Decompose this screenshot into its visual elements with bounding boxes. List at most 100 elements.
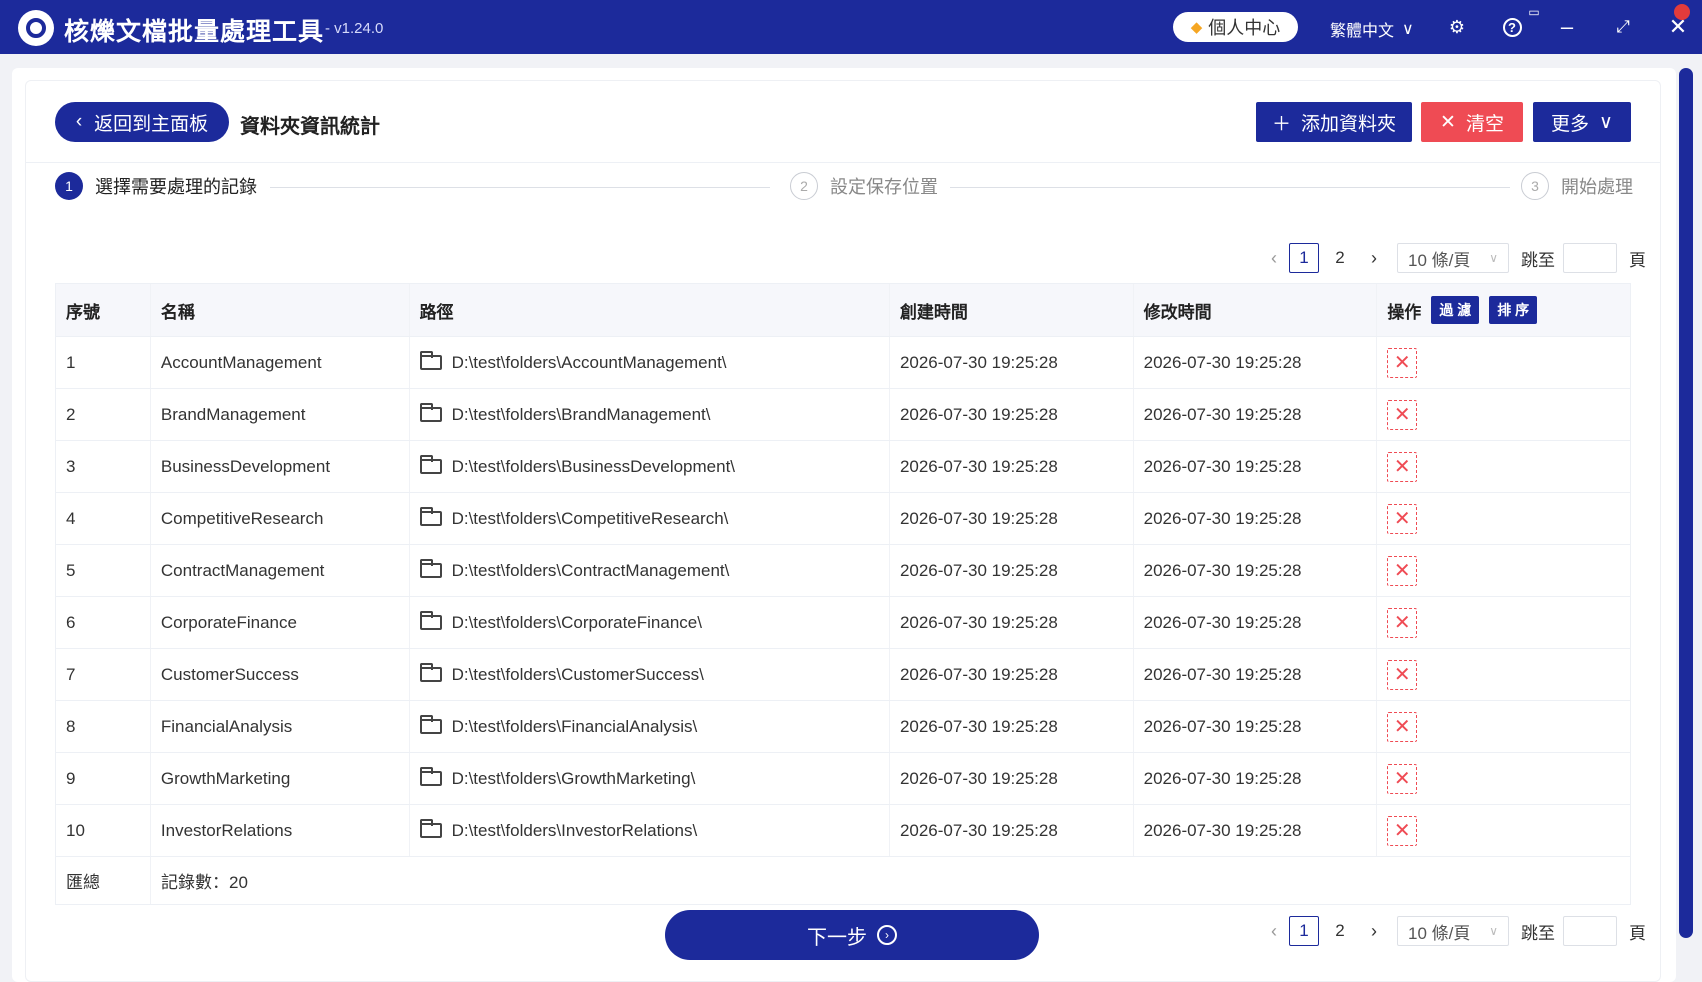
row-name: ContractManagement — [151, 545, 410, 596]
page-unit-label: 頁 — [1629, 923, 1646, 943]
chevron-down-icon: ∨ — [1489, 924, 1498, 938]
minimize-icon[interactable]: – — [1552, 12, 1582, 42]
row-index: 3 — [56, 441, 151, 492]
filter-button[interactable]: 過 濾 — [1431, 296, 1480, 324]
row-actions: ✕ — [1377, 649, 1630, 700]
row-path: D:\test\folders\AccountManagement\ — [410, 337, 890, 388]
delete-row-button[interactable]: ✕ — [1387, 399, 1418, 430]
jump-page-input[interactable] — [1563, 916, 1617, 946]
row-path-text: D:\test\folders\FinancialAnalysis\ — [451, 716, 698, 736]
clear-button[interactable]: ✕ 清空 — [1421, 102, 1523, 142]
row-modified: 2026-07-30 19:25:28 — [1134, 337, 1378, 388]
row-actions: ✕ — [1377, 753, 1630, 804]
feedback-icon[interactable]: ▭ — [1522, 2, 1546, 22]
delete-row-button[interactable]: ✕ — [1387, 451, 1418, 482]
delete-row-button[interactable]: ✕ — [1387, 815, 1418, 846]
row-modified: 2026-07-30 19:25:28 — [1134, 493, 1378, 544]
row-path: D:\test\folders\CustomerSuccess\ — [410, 649, 890, 700]
back-to-dashboard-button[interactable]: ‹ 返回到主面板 — [55, 102, 229, 142]
row-path-text: D:\test\folders\InvestorRelations\ — [451, 820, 698, 840]
next-page-icon[interactable]: › — [1363, 248, 1385, 269]
table-row: 9 GrowthMarketing D:\test\folders\GrowthMa… — [56, 753, 1630, 805]
row-name: BusinessDevelopment — [151, 441, 410, 492]
table-row: 10 InvestorRelations D:\test\folders\Inves… — [56, 805, 1630, 857]
row-name: CustomerSuccess — [151, 649, 410, 700]
delete-row-button[interactable]: ✕ — [1387, 503, 1418, 534]
delete-row-button[interactable]: ✕ — [1387, 659, 1418, 690]
header-modified: 修改時間 — [1134, 284, 1378, 336]
row-path-text: D:\test\folders\GrowthMarketing\ — [451, 768, 696, 788]
add-folder-button[interactable]: ＋ 添加資料夾 — [1256, 102, 1412, 142]
header-actions: 操作 過 濾 排 序 — [1377, 284, 1630, 336]
row-path: D:\test\folders\BusinessDevelopment\ — [410, 441, 890, 492]
row-name: InvestorRelations — [151, 805, 410, 856]
table-body: 1 AccountManagement D:\test\folders\Accoun… — [56, 337, 1630, 857]
row-actions: ✕ — [1377, 493, 1630, 544]
language-label: 繁體中文 — [1330, 23, 1395, 40]
maximize-icon[interactable]: ⤢ — [1608, 12, 1638, 42]
step-connector — [270, 187, 770, 188]
next-step-button[interactable]: 下一步 › — [665, 910, 1039, 960]
prev-page-icon[interactable]: ‹ — [1263, 921, 1285, 942]
user-center-button[interactable]: ◆ 個人中心 — [1173, 12, 1298, 42]
more-label: 更多 — [1551, 113, 1590, 135]
row-created: 2026-07-30 19:25:28 — [890, 805, 1134, 856]
folder-icon — [419, 819, 442, 838]
next-page-icon[interactable]: › — [1363, 921, 1385, 942]
row-modified: 2026-07-30 19:25:28 — [1134, 805, 1378, 856]
delete-row-button[interactable]: ✕ — [1387, 555, 1418, 586]
page-size-select[interactable]: 10 條/頁 ∨ — [1397, 916, 1509, 946]
page-size-select[interactable]: 10 條/頁 ∨ — [1397, 243, 1509, 273]
row-actions: ✕ — [1377, 701, 1630, 752]
page-2[interactable]: 2 — [1325, 243, 1355, 273]
row-index: 2 — [56, 389, 151, 440]
sort-button[interactable]: 排 序 — [1489, 296, 1538, 324]
language-select[interactable]: 繁體中文 ∨ — [1330, 17, 1414, 41]
row-actions: ✕ — [1377, 389, 1630, 440]
table-header: 序號 名稱 路徑 創建時間 修改時間 操作 過 濾 排 序 — [56, 284, 1630, 337]
row-index: 7 — [56, 649, 151, 700]
pagination-top: ‹ 1 2 › 10 條/頁 ∨ 跳至 頁 — [1263, 243, 1646, 273]
clear-label: 清空 — [1465, 113, 1504, 135]
jump-page-input[interactable] — [1563, 243, 1617, 273]
vertical-scrollbar[interactable] — [1679, 68, 1693, 938]
page-current[interactable]: 1 — [1289, 243, 1319, 273]
row-actions: ✕ — [1377, 337, 1630, 388]
row-name: CorporateFinance — [151, 597, 410, 648]
summary-value: 記錄數：20 — [161, 873, 248, 892]
header-path: 路徑 — [410, 284, 890, 336]
page-current[interactable]: 1 — [1289, 916, 1319, 946]
page-2[interactable]: 2 — [1325, 916, 1355, 946]
table-row: 7 CustomerSuccess D:\test\folders\Customer… — [56, 649, 1630, 701]
row-name: GrowthMarketing — [151, 753, 410, 804]
page-unit-label: 頁 — [1629, 250, 1646, 270]
row-modified: 2026-07-30 19:25:28 — [1134, 701, 1378, 752]
delete-row-button[interactable]: ✕ — [1387, 607, 1418, 638]
row-index: 9 — [56, 753, 151, 804]
row-path-text: D:\test\folders\ContractManagement\ — [451, 560, 730, 580]
row-name: FinancialAnalysis — [151, 701, 410, 752]
step-connector — [950, 187, 1510, 188]
more-button[interactable]: 更多 ∨ — [1533, 102, 1631, 142]
delete-row-button[interactable]: ✕ — [1387, 763, 1418, 794]
prev-page-icon[interactable]: ‹ — [1263, 248, 1285, 269]
divider — [26, 162, 1660, 163]
row-path-text: D:\test\folders\BusinessDevelopment\ — [451, 456, 736, 476]
row-path: D:\test\folders\BrandManagement\ — [410, 389, 890, 440]
step-3: 3 開始處理 — [1521, 172, 1633, 200]
row-created: 2026-07-30 19:25:28 — [890, 389, 1134, 440]
row-modified: 2026-07-30 19:25:28 — [1134, 545, 1378, 596]
table-summary-row: 匯總 記錄數：20 — [56, 857, 1630, 905]
delete-row-button[interactable]: ✕ — [1387, 711, 1418, 742]
folder-icon — [419, 351, 442, 370]
header-name: 名稱 — [151, 284, 410, 336]
title-bar: 核爍文檔批量處理工具 - v1.24.0 ◆ 個人中心 繁體中文 ∨ ⚙ ? ▭… — [0, 0, 1702, 54]
row-path: D:\test\folders\ContractManagement\ — [410, 545, 890, 596]
folder-icon — [419, 559, 442, 578]
gear-icon[interactable]: ⚙ — [1442, 12, 1472, 42]
row-path: D:\test\folders\InvestorRelations\ — [410, 805, 890, 856]
row-modified: 2026-07-30 19:25:28 — [1134, 597, 1378, 648]
arrow-right-circle-icon: › — [877, 925, 897, 945]
row-actions: ✕ — [1377, 597, 1630, 648]
delete-row-button[interactable]: ✕ — [1387, 347, 1418, 378]
